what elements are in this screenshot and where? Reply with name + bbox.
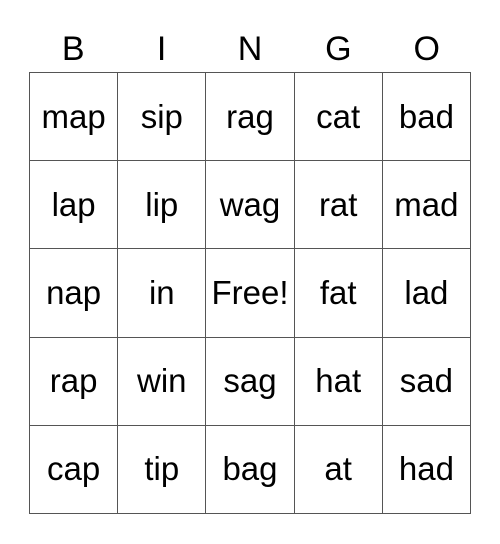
bingo-cell[interactable]: in (118, 249, 207, 338)
free-space-cell[interactable]: Free! (206, 249, 295, 338)
bingo-cell[interactable]: cap (30, 425, 119, 514)
bingo-header: B I N G O (29, 26, 471, 72)
bingo-cell[interactable]: bag (206, 425, 295, 514)
bingo-cell[interactable]: rap (30, 337, 119, 426)
bingo-cell[interactable]: map (30, 73, 119, 162)
bingo-cell[interactable]: fat (294, 249, 383, 338)
bingo-cell[interactable]: had (382, 425, 471, 514)
bingo-cell[interactable]: tip (118, 425, 207, 514)
bingo-cell[interactable]: wag (206, 161, 295, 250)
bingo-cell[interactable]: sag (206, 337, 295, 426)
header-letter-n: N (237, 30, 263, 68)
bingo-cell[interactable]: lip (118, 161, 207, 250)
bingo-cell[interactable]: rat (294, 161, 383, 250)
header-letter-o: O (413, 30, 440, 68)
bingo-cell[interactable]: at (294, 425, 383, 514)
bingo-cell[interactable]: win (118, 337, 207, 426)
bingo-cell[interactable]: sip (118, 73, 207, 162)
bingo-cell[interactable]: lap (30, 161, 119, 250)
bingo-cell[interactable]: rag (206, 73, 295, 162)
header-letter-i: I (156, 30, 167, 68)
bingo-card-grid: map sip rag cat bad lap lip wag rat mad … (29, 72, 471, 514)
bingo-cell[interactable]: nap (30, 249, 119, 338)
header-letter-g: G (325, 30, 352, 68)
bingo-cell[interactable]: cat (294, 73, 383, 162)
bingo-cell[interactable]: sad (382, 337, 471, 426)
bingo-cell[interactable]: hat (294, 337, 383, 426)
header-letter-b: B (61, 30, 85, 68)
bingo-cell[interactable]: bad (382, 73, 471, 162)
bingo-cell[interactable]: mad (382, 161, 471, 250)
bingo-cell[interactable]: lad (382, 249, 471, 338)
